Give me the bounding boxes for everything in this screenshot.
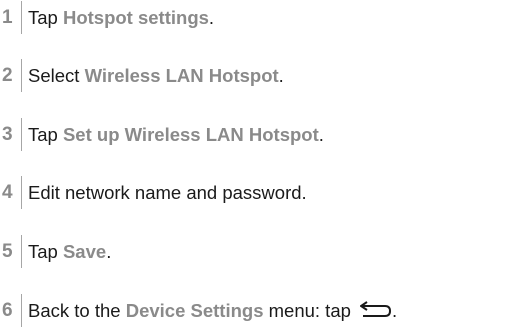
step-text: Tap Save. <box>28 235 111 268</box>
step-prefix: Tap <box>28 124 63 145</box>
step-number: 2 <box>2 64 13 86</box>
step-number: 4 <box>2 181 13 203</box>
step-divider <box>21 1 22 34</box>
step-1: 1 Tap Hotspot settings. <box>0 1 214 34</box>
step-highlight: Device Settings <box>125 300 264 321</box>
step-suffix: menu: tap <box>263 300 357 321</box>
step-prefix: Tap <box>28 241 63 262</box>
step-suffix: . <box>318 124 324 145</box>
step-suffix: . <box>106 241 112 262</box>
step-2: 2 Select Wireless LAN Hotspot. <box>0 59 284 92</box>
step-suffix: . <box>208 7 215 28</box>
step-prefix: Tap <box>28 7 63 28</box>
step-number: 1 <box>2 6 13 28</box>
step-text: Tap Set up Wireless LAN Hotspot. <box>28 118 324 151</box>
step-3: 3 Tap Set up Wireless LAN Hotspot. <box>0 118 324 151</box>
step-text: Tap Hotspot settings. <box>28 1 214 34</box>
step-suffix: . <box>278 65 284 86</box>
step-highlight: Save <box>62 241 107 262</box>
step-text: Edit network name and password. <box>28 182 307 203</box>
step-divider <box>21 235 22 268</box>
step-highlight: Wireless LAN Hotspot <box>84 65 279 86</box>
step-divider <box>21 118 22 151</box>
step-divider <box>21 176 22 209</box>
step-divider <box>21 294 22 327</box>
step-text: Select Wireless LAN Hotspot. <box>28 59 284 92</box>
back-arrow-icon <box>360 300 392 317</box>
step-highlight: Hotspot settings <box>62 7 209 28</box>
step-4: 4 Edit network name and password. <box>0 176 307 209</box>
step-prefix: Back to the <box>28 300 126 321</box>
step-prefix: Select <box>28 65 85 86</box>
step-number: 5 <box>2 240 13 262</box>
step-highlight: Set up Wireless LAN Hotspot <box>62 124 319 145</box>
step-suffix-end: . <box>392 300 398 321</box>
instruction-steps: 1 Tap Hotspot settings. 2 Select Wireles… <box>0 0 509 332</box>
step-number: 3 <box>2 123 13 145</box>
step-6: 6 Back to the Device Settings menu: tap … <box>0 294 397 327</box>
step-number: 6 <box>2 299 13 321</box>
step-text: Back to the Device Settings menu: tap . <box>28 294 397 327</box>
step-5: 5 Tap Save. <box>0 235 111 268</box>
step-divider <box>21 59 22 92</box>
